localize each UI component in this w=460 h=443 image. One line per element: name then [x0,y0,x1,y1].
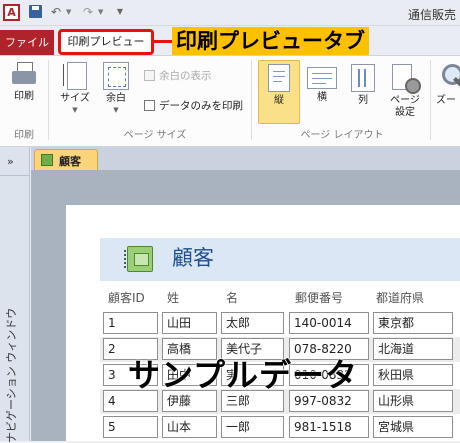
callout-connector [154,40,172,43]
undo-icon[interactable]: ↶ [48,4,64,20]
tab-customer-report[interactable]: 顧客 [34,149,98,171]
ribbon: 印刷 印刷 サイズ ▼ 余白 ▼ 余白の表示 データのみを印刷 ページ サイズ … [0,55,460,147]
margins-button[interactable]: 余白 ▼ [98,62,134,114]
page-layout-group-label: ページ レイアウト [300,130,384,141]
cell-id: 1 [103,312,158,334]
margins-icon [103,62,129,90]
tab-print-preview[interactable]: 印刷プレビュー [58,29,154,55]
magnifier-icon [442,64,460,88]
notebook-icon [124,246,153,272]
page-size-group-label: ページ サイズ [123,130,187,141]
print-button[interactable]: 印刷 [6,62,42,103]
cell-prefecture: 東京都 [373,312,453,334]
report-title: 顧客 [172,246,214,270]
save-icon[interactable] [27,4,43,20]
cell-first-name: 太郎 [221,312,284,334]
cell-prefecture: 秋田県 [373,364,453,386]
redo-icon[interactable]: ↷ [80,4,96,20]
portrait-page-icon [268,64,290,92]
checkbox-icon [144,70,155,81]
margins-button-label: 余白 [106,93,126,104]
navigation-pane[interactable]: » ナビゲーション ウィンドウ [0,147,30,443]
customize-toolbar-icon[interactable]: ▼ [112,4,128,20]
report-header-band [100,238,460,281]
cell-id: 5 [103,416,158,438]
column-header-first-name: 名 [226,291,239,305]
tab-file[interactable]: ファイル [0,30,54,55]
landscape-button[interactable]: 横 [304,64,340,104]
cell-last-name: 山田 [162,312,217,334]
access-app-icon[interactable]: A [3,4,20,21]
redo-dropdown-icon[interactable]: ▼ [98,8,103,16]
columns-icon [351,64,375,92]
group-divider [430,60,431,140]
window-title: 通信販売 [408,8,457,22]
cell-prefecture: 宮城県 [373,416,453,438]
columns-button-label: 列 [358,95,368,106]
cell-prefecture: 北海道 [373,338,453,360]
landscape-button-label: 横 [317,92,327,103]
show-margins-label: 余白の表示 [159,70,212,82]
group-divider [251,60,252,140]
print-button-label: 印刷 [14,91,34,102]
column-header-postal-code: 郵便番号 [295,291,344,305]
page-setup-button[interactable]: ページ 設定 [386,64,424,119]
portrait-button[interactable]: 縦 [262,64,296,107]
cell-first-name: 一郎 [221,416,284,438]
sample-data-overlay: サンプルデータ [128,356,359,394]
page-setup-icon [392,64,421,94]
print-data-only-label: データのみを印刷 [159,100,243,112]
size-button-label: サイズ [60,93,90,104]
chevron-down-icon: ▼ [72,106,78,114]
expand-nav-icon[interactable]: » [7,155,14,168]
printer-icon [11,62,37,88]
chevron-down-icon: ▼ [113,106,119,114]
document-tab-label: 顧客 [59,155,81,168]
column-header-prefecture: 都道府県 [376,291,425,305]
group-divider [48,60,49,140]
undo-dropdown-icon[interactable]: ▼ [66,8,71,16]
report-icon [41,154,53,166]
size-button[interactable]: サイズ ▼ [56,62,94,114]
callout-label: 印刷プレビュータブ [172,27,369,55]
print-data-only-checkbox[interactable]: データのみを印刷 [144,98,243,113]
paper-size-icon [63,62,87,90]
zoom-button[interactable]: ズー [436,62,460,107]
page-setup-button-label: ページ 設定 [390,95,420,118]
cell-prefecture: 山形県 [373,390,453,412]
cell-postal-code: 140-0014 [289,312,369,334]
columns-button[interactable]: 列 [346,64,380,107]
column-header-last-name: 姓 [167,291,180,305]
cell-last-name: 山本 [162,416,217,438]
nav-pane-label: ナビゲーション ウィンドウ [5,307,18,443]
title-bar: A ↶ ▼ ↷ ▼ ▼ 通信販売 [0,0,460,26]
cell-postal-code: 981-1518 [289,416,369,438]
column-header-id: 顧客ID [108,291,145,305]
divider [0,175,30,176]
show-margins-checkbox[interactable]: 余白の表示 [144,68,212,83]
landscape-page-icon [307,67,337,89]
print-group-label: 印刷 [14,130,34,141]
zoom-button-label: ズー [436,95,456,106]
checkbox-icon [144,100,155,111]
portrait-button-label: 縦 [274,95,284,106]
